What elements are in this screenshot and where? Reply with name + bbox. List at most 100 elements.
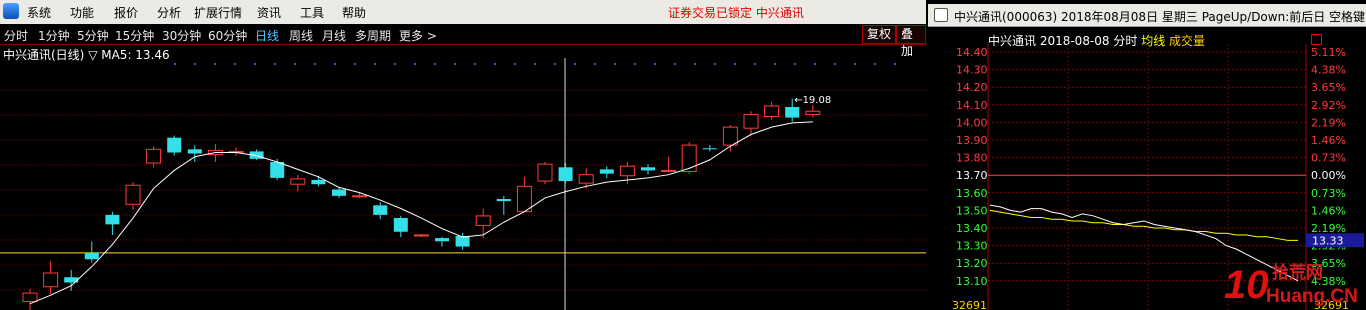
percent-axis-label: 1.46%	[1311, 204, 1346, 217]
marker-dot	[254, 63, 256, 65]
menu-news[interactable]: 资讯	[257, 4, 281, 21]
marker-dot	[334, 63, 336, 65]
marker-dot	[854, 63, 856, 65]
adjust-price-button[interactable]: 复权	[862, 25, 897, 44]
menu-quote[interactable]: 报价	[114, 4, 138, 21]
overlay-button[interactable]: 叠加	[896, 25, 926, 58]
candle-body	[578, 174, 594, 184]
marker-dot	[354, 63, 356, 65]
marker-dot	[554, 63, 556, 65]
marker-dot	[794, 63, 796, 65]
candle-body	[332, 189, 346, 196]
marker-dot	[374, 63, 376, 65]
marker-dot	[194, 63, 196, 65]
menu-help[interactable]: 帮助	[342, 4, 366, 21]
period-weekly[interactable]: 周线	[289, 27, 313, 44]
watermark-name: 拾荒网	[1272, 262, 1323, 283]
menu-tools[interactable]: 工具	[300, 4, 324, 21]
candle-body	[743, 113, 759, 129]
period-5min[interactable]: 5分钟	[77, 27, 109, 44]
candle-body	[84, 252, 99, 260]
watermark-domain: Huang.CN	[1266, 286, 1358, 306]
marker-dot	[834, 63, 836, 65]
marker-dot	[414, 63, 416, 65]
period-60min[interactable]: 60分钟	[208, 27, 247, 44]
marker-dot	[654, 63, 656, 65]
marker-dot	[434, 63, 436, 65]
candle-body	[641, 167, 655, 171]
marker-dot	[514, 63, 516, 65]
kline-title: 中兴通讯(日线)	[3, 48, 85, 62]
menu-extended-market[interactable]: 扩展行情	[194, 4, 242, 21]
marker-dot	[634, 63, 636, 65]
price-axis-label: 14.40	[956, 46, 988, 59]
price-axis-label: 14.20	[956, 81, 988, 94]
period-multi[interactable]: 多周期	[355, 27, 391, 44]
price-axis-label: 13.30	[956, 240, 988, 253]
candle-body	[43, 272, 59, 288]
price-axis-label: 13.90	[956, 134, 988, 147]
period-30min[interactable]: 30分钟	[162, 27, 201, 44]
trade-lock-notice: 证券交易已锁定 中兴通讯	[668, 6, 804, 20]
period-daily[interactable]: 日线	[255, 27, 279, 44]
marker-dot	[734, 63, 736, 65]
marker-dot	[274, 63, 276, 65]
marker-dot	[754, 63, 756, 65]
price-axis-label: 13.50	[956, 204, 988, 217]
menu-analysis[interactable]: 分析	[157, 4, 181, 21]
percent-axis-label: 2.19%	[1311, 116, 1346, 129]
price-axis-label: 13.70	[956, 169, 988, 182]
candle-body	[661, 169, 677, 172]
candle-body	[167, 137, 182, 153]
candle-body	[413, 234, 429, 237]
candle-body	[435, 238, 449, 242]
candle-body	[702, 148, 717, 150]
marker-dot	[874, 63, 876, 65]
price-axis-label: 13.10	[956, 275, 988, 288]
candle-body	[537, 163, 553, 182]
menu-system[interactable]: 系统	[27, 4, 51, 21]
marker-dot	[474, 63, 476, 65]
marker-dot	[234, 63, 236, 65]
popup-titlebar[interactable]: 中兴通讯(000063) 2018年08月08日 星期三 PageUp/Down…	[928, 4, 1366, 27]
marker-dot	[214, 63, 216, 65]
candle-body	[764, 105, 780, 118]
candle-body	[805, 110, 821, 115]
marker-dot	[774, 63, 776, 65]
price-axis-label: 13.80	[956, 152, 988, 165]
period-intraday[interactable]: 分时	[4, 27, 28, 44]
percent-axis-label: 0.73%	[1311, 187, 1346, 200]
period-bar: 分时 1分钟 5分钟 15分钟 30分钟 60分钟 日线 周线 月线 多周期 更…	[0, 24, 926, 58]
watermark-number: 10	[1224, 263, 1269, 306]
candle-body	[785, 107, 800, 118]
marker-dot	[534, 63, 536, 65]
marker-dot	[494, 63, 496, 65]
candle-body	[270, 162, 285, 178]
marker-dot	[294, 63, 296, 65]
percent-axis-label: 0.73%	[1311, 152, 1346, 165]
period-15min[interactable]: 15分钟	[115, 27, 154, 44]
marker-dot	[694, 63, 696, 65]
kline-header: 中兴通讯(日线) ▽ MA5: 13.46	[3, 46, 170, 63]
price-axis-label: 14.30	[956, 64, 988, 77]
candle-body	[187, 149, 202, 154]
marker-dot	[314, 63, 316, 65]
candle-body	[599, 169, 614, 174]
marker-dot	[454, 63, 456, 65]
marker-dot	[614, 63, 616, 65]
kline-chart[interactable]: ←19.08	[0, 44, 926, 310]
candle-body	[475, 215, 491, 226]
marker-dot	[394, 63, 396, 65]
marker-dot	[894, 63, 896, 65]
period-monthly[interactable]: 月线	[322, 27, 346, 44]
period-1min[interactable]: 1分钟	[38, 27, 70, 44]
candle-body	[455, 236, 470, 247]
menu-function[interactable]: 功能	[70, 4, 94, 21]
popup-title: 中兴通讯(000063) 2018年08月08日 星期三 PageUp/Down…	[954, 10, 1366, 24]
candle-body	[619, 165, 635, 177]
candle-body	[558, 167, 573, 182]
window-icon	[934, 8, 948, 22]
percent-axis-label: 4.38%	[1311, 64, 1346, 77]
candle-body	[681, 144, 697, 173]
period-more[interactable]: 更多 >	[399, 27, 437, 44]
